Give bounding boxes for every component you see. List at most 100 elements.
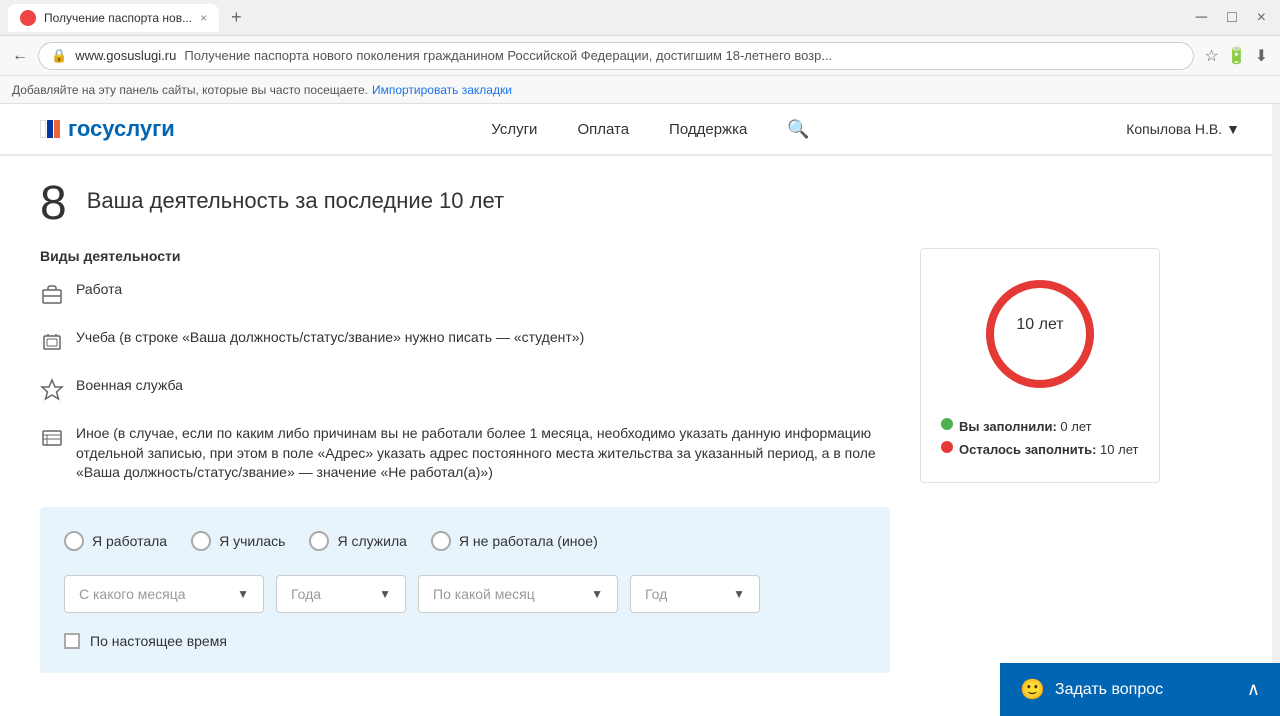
from-month-placeholder: С какого месяца [79,586,229,602]
page-content: госуслуги Услуги Оплата Поддержка 🔍 Копы… [0,104,1280,716]
user-name: Копылова Н.В. [1126,121,1222,137]
minimize-button[interactable]: ─ [1190,7,1213,29]
from-year-select[interactable]: Года ▼ [276,575,406,613]
section-number: 8 [40,180,67,228]
radio-label-studied: Я училась [219,533,285,549]
radio-label-not-worked: Я не работала (иное) [459,533,598,549]
activity-text-other: Иное (в случае, если по каким либо причи… [76,424,890,483]
ask-question-button[interactable]: 🙂 Задать вопрос ∧ [1000,663,1280,716]
search-button[interactable]: 🔍 [787,119,809,140]
radio-circle-studied [191,531,211,551]
content-left: Виды деятельности Работа [40,248,890,673]
new-tab-button[interactable]: + [223,7,250,28]
legend-remaining-text: Осталось заполнить: 10 лет [959,438,1138,461]
nav-support[interactable]: Поддержка [669,121,747,138]
radio-group: Я работала Я училась Я служила Я не [64,531,866,551]
form-area: Я работала Я училась Я служила Я не [40,507,890,673]
activity-text-study: Учеба (в строке «Ваша должность/статус/з… [76,328,584,348]
study-icon [40,330,64,360]
activity-text-work: Работа [76,280,122,300]
dot-red [941,441,953,453]
progress-circle: 10 лет [975,269,1105,399]
from-year-arrow: ▼ [379,587,391,601]
restore-button[interactable]: □ [1221,7,1243,29]
to-month-select[interactable]: По какой месяц ▼ [418,575,618,613]
legend-filled-text: Вы заполнили: 0 лет [959,415,1092,438]
section-title: Ваша деятельность за последние 10 лет [87,188,504,214]
svg-text:10 лет: 10 лет [1016,316,1064,333]
logo[interactable]: госуслуги [40,116,175,142]
military-icon [40,378,64,408]
nav-payment[interactable]: Оплата [577,121,629,138]
user-dropdown-arrow: ▼ [1226,121,1240,137]
logo-uslugi: услуги [102,116,175,141]
present-checkbox-label: По настоящее время [90,633,227,649]
tab-title: Получение паспорта нов... [44,11,192,25]
circle-container: 10 лет [941,269,1139,399]
bookmarks-bar: Добавляйте на эту панель сайты, которые … [0,76,1280,104]
bookmark-icon[interactable]: ☆ [1204,46,1218,66]
url-domain: www.gosuslugi.ru [75,48,176,63]
dot-green [941,418,953,430]
radio-circle-worked [64,531,84,551]
user-info[interactable]: Копылова Н.В. ▼ [1126,121,1240,137]
activity-item-study: Учеба (в строке «Ваша должность/статус/з… [40,328,890,360]
radio-studied[interactable]: Я училась [191,531,285,551]
ask-button-left: 🙂 Задать вопрос [1020,677,1163,702]
scrollbar[interactable] [1272,104,1280,716]
ask-button-icon: 🙂 [1020,677,1045,702]
activity-item-work: Работа [40,280,890,312]
other-icon [40,426,64,456]
from-month-select[interactable]: С какого месяца ▼ [64,575,264,613]
logo-gos: гос [68,116,102,141]
work-icon [40,282,64,312]
to-year-select[interactable]: Год ▼ [630,575,760,613]
close-button[interactable]: × [1251,7,1272,29]
content-right: 10 лет Вы заполнили: 0 лет [920,248,1160,673]
radio-not-worked[interactable]: Я не работала (иное) [431,531,598,551]
activity-item-other: Иное (в случае, если по каким либо причи… [40,424,890,483]
bookmarks-text: Добавляйте на эту панель сайты, которые … [12,83,368,97]
import-bookmarks-link[interactable]: Импортировать закладки [372,83,512,97]
radio-circle-not-worked [431,531,451,551]
site-header: госуслуги Услуги Оплата Поддержка 🔍 Копы… [0,104,1280,156]
content-layout: Виды деятельности Работа [40,248,1160,673]
battery-icon: 🔋 [1227,46,1247,66]
address-bar: ← 🔒 www.gosuslugi.ru Получение паспорта … [0,36,1280,76]
back-button[interactable]: ← [12,47,28,65]
ask-button-label: Задать вопрос [1055,681,1163,699]
to-month-arrow: ▼ [591,587,603,601]
to-year-placeholder: Год [645,586,725,602]
radio-worked[interactable]: Я работала [64,531,167,551]
from-year-placeholder: Года [291,586,371,602]
main-content: 8 Ваша деятельность за последние 10 лет … [0,156,1200,713]
present-checkbox-row: По настоящее время [64,633,866,649]
site-nav: Услуги Оплата Поддержка 🔍 [491,119,809,140]
radio-label-worked: Я работала [92,533,167,549]
url-path: Получение паспорта нового поколения граж… [184,48,832,63]
activity-text-military: Военная служба [76,376,183,396]
date-row: С какого месяца ▼ Года ▼ По какой месяц … [64,575,866,613]
progress-container: 10 лет Вы заполнили: 0 лет [920,248,1160,483]
progress-legend: Вы заполнили: 0 лет Осталось заполнить: … [941,415,1139,462]
url-input[interactable]: 🔒 www.gosuslugi.ru Получение паспорта но… [38,42,1194,70]
nav-services[interactable]: Услуги [491,121,537,138]
browser-tab[interactable]: Получение паспорта нов... × [8,4,219,32]
browser-titlebar: Получение паспорта нов... × + ─ □ × [0,0,1280,36]
logo-text: госуслуги [68,116,175,142]
activity-item-military: Военная служба [40,376,890,408]
legend-filled: Вы заполнили: 0 лет [941,415,1139,438]
radio-served[interactable]: Я служила [309,531,406,551]
to-month-placeholder: По какой месяц [433,586,583,602]
legend-remaining: Осталось заполнить: 10 лет [941,438,1139,461]
flag-icon [40,120,60,138]
download-icon[interactable]: ⬇ [1255,46,1268,66]
to-year-arrow: ▼ [733,587,745,601]
section-header: 8 Ваша деятельность за последние 10 лет [40,180,1160,228]
tab-close-btn[interactable]: × [200,11,207,25]
window-controls: ─ □ × [1190,7,1272,29]
activity-types-label: Виды деятельности [40,248,890,264]
radio-label-served: Я служила [337,533,406,549]
from-month-arrow: ▼ [237,587,249,601]
present-checkbox[interactable] [64,633,80,649]
